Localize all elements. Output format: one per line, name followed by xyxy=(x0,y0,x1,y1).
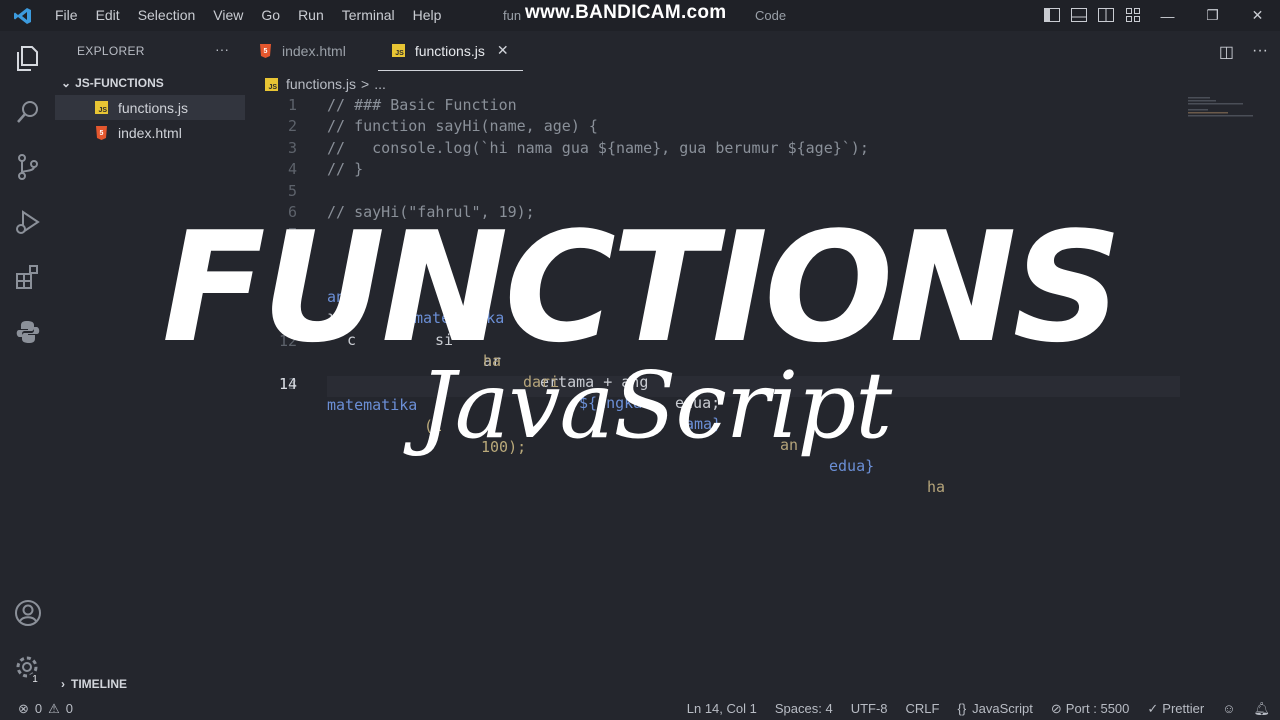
folder-label: JS-FUNCTIONS xyxy=(75,76,164,90)
chevron-down-icon: ⌄ xyxy=(61,76,72,90)
toggle-primary-sidebar-icon[interactable] xyxy=(1043,6,1061,24)
check-icon: ✓ xyxy=(1147,701,1159,716)
breadcrumb: JS functions.js > ... xyxy=(265,73,386,95)
error-count: 0 xyxy=(34,701,43,716)
menu-selection[interactable]: Selection xyxy=(129,0,205,31)
editor-tabs: 5 index.html JS functions.js ✕ ◫ ··· xyxy=(245,31,1280,71)
minimize-icon[interactable]: — xyxy=(1145,0,1190,31)
cursor-position[interactable]: Ln 14, Col 1 xyxy=(687,698,757,720)
settings-badge: 1 xyxy=(28,673,42,687)
window-controls: — ❐ ✕ xyxy=(1145,0,1280,31)
minimap[interactable] xyxy=(1188,95,1258,125)
chevron-right-icon: › xyxy=(61,677,65,691)
bandicam-watermark: www.BANDICAM.com xyxy=(525,2,727,23)
warning-count: 0 xyxy=(65,701,74,716)
layout-controls xyxy=(1043,6,1142,24)
customize-layout-icon[interactable] xyxy=(1124,6,1142,24)
tab-label: functions.js xyxy=(414,42,485,59)
explorer-icon[interactable] xyxy=(13,43,43,73)
more-actions-icon[interactable]: ··· xyxy=(1252,42,1268,62)
menu-terminal[interactable]: Terminal xyxy=(333,0,404,31)
menu-bar: File Edit Selection View Go Run Terminal… xyxy=(46,0,450,31)
tab-label: index.html xyxy=(282,43,346,59)
breadcrumb-file[interactable]: functions.js xyxy=(286,76,356,92)
file-label: functions.js xyxy=(118,99,189,116)
overlay-title: FUNCTIONS xyxy=(161,199,1122,376)
title-bar: File Edit Selection View Go Run Terminal… xyxy=(0,0,1280,31)
split-editor-icon[interactable]: ◫ xyxy=(1219,42,1234,62)
file-functions-js[interactable]: JS functions.js xyxy=(55,95,245,120)
tab-functions-js[interactable]: JS functions.js ✕ xyxy=(377,31,523,71)
code-line: 2// function sayHi(name, age) { xyxy=(287,117,598,135)
code-line: 1// ### Basic Function xyxy=(287,96,517,114)
feedback-icon[interactable]: ☺ xyxy=(1222,698,1235,720)
code-line: 4// } xyxy=(287,160,364,178)
account-icon[interactable] xyxy=(13,598,43,628)
overlay-subtitle: JavaScript xyxy=(418,352,892,459)
warning-icon: ⚠ xyxy=(48,701,60,716)
folder-js-functions[interactable]: ⌄ JS-FUNCTIONS xyxy=(55,71,245,95)
encoding[interactable]: UTF-8 xyxy=(851,698,888,720)
window-title: fun xyxy=(503,8,522,23)
status-bar: ⊗ 0 ⚠ 0 Ln 14, Col 1 Spaces: 4 UTF-8 CRL… xyxy=(0,698,1280,720)
js-file-icon: JS xyxy=(95,101,108,114)
source-control-icon[interactable] xyxy=(13,152,43,182)
code-line: 3// console.log(`hi nama gua ${name}, gu… xyxy=(287,139,869,157)
live-server-port[interactable]: ⊘ Port : 5500 xyxy=(1051,698,1130,720)
html-file-icon: 5 xyxy=(96,125,107,140)
svg-text:5: 5 xyxy=(100,130,104,137)
menu-go[interactable]: Go xyxy=(252,0,289,31)
toggle-panel-icon[interactable] xyxy=(1070,6,1088,24)
js-file-icon: JS xyxy=(391,44,405,57)
menu-view[interactable]: View xyxy=(204,0,252,31)
menu-run[interactable]: Run xyxy=(289,0,333,31)
problems-status[interactable]: ⊗ 0 ⚠ 0 xyxy=(18,698,73,720)
restore-icon[interactable]: ❐ xyxy=(1190,0,1235,31)
js-file-icon: JS xyxy=(265,77,278,91)
svg-text:5: 5 xyxy=(264,48,268,55)
timeline-section[interactable]: › TIMELINE xyxy=(55,672,127,696)
menu-edit[interactable]: Edit xyxy=(87,0,129,31)
close-tab-icon[interactable]: ✕ xyxy=(497,42,509,59)
notifications-bell-icon[interactable]: 🔔︎ xyxy=(1253,698,1270,720)
port-icon: ⊘ xyxy=(1050,701,1062,716)
explorer-more-actions[interactable]: ··· xyxy=(215,41,229,57)
html-file-icon: 5 xyxy=(260,44,271,58)
error-icon: ⊗ xyxy=(18,701,29,716)
line-endings[interactable]: CRLF xyxy=(906,698,940,720)
breadcrumb-separator: > xyxy=(361,76,370,92)
editor-actions: ◫ ··· xyxy=(1219,42,1268,62)
window-title-end: Code xyxy=(755,8,787,23)
file-index-html[interactable]: 5 index.html xyxy=(55,120,245,145)
prettier-status[interactable]: ✓ Prettier xyxy=(1147,698,1204,720)
search-icon[interactable] xyxy=(13,97,43,127)
vscode-logo-icon[interactable] xyxy=(0,0,46,31)
status-right: Ln 14, Col 1 Spaces: 4 UTF-8 CRLF {} Java… xyxy=(687,698,1270,720)
tab-index-html[interactable]: 5 index.html xyxy=(245,31,360,71)
timeline-label: TIMELINE xyxy=(71,677,127,691)
menu-file[interactable]: File xyxy=(46,0,87,31)
language-mode[interactable]: {} JavaScript xyxy=(957,698,1032,720)
close-window-icon[interactable]: ✕ xyxy=(1235,0,1280,31)
file-label: index.html xyxy=(118,124,182,141)
breadcrumb-rest[interactable]: ... xyxy=(374,76,386,92)
menu-help[interactable]: Help xyxy=(404,0,451,31)
braces-icon: {} xyxy=(957,701,967,716)
toggle-secondary-sidebar-icon[interactable] xyxy=(1097,6,1115,24)
indentation[interactable]: Spaces: 4 xyxy=(775,698,833,720)
